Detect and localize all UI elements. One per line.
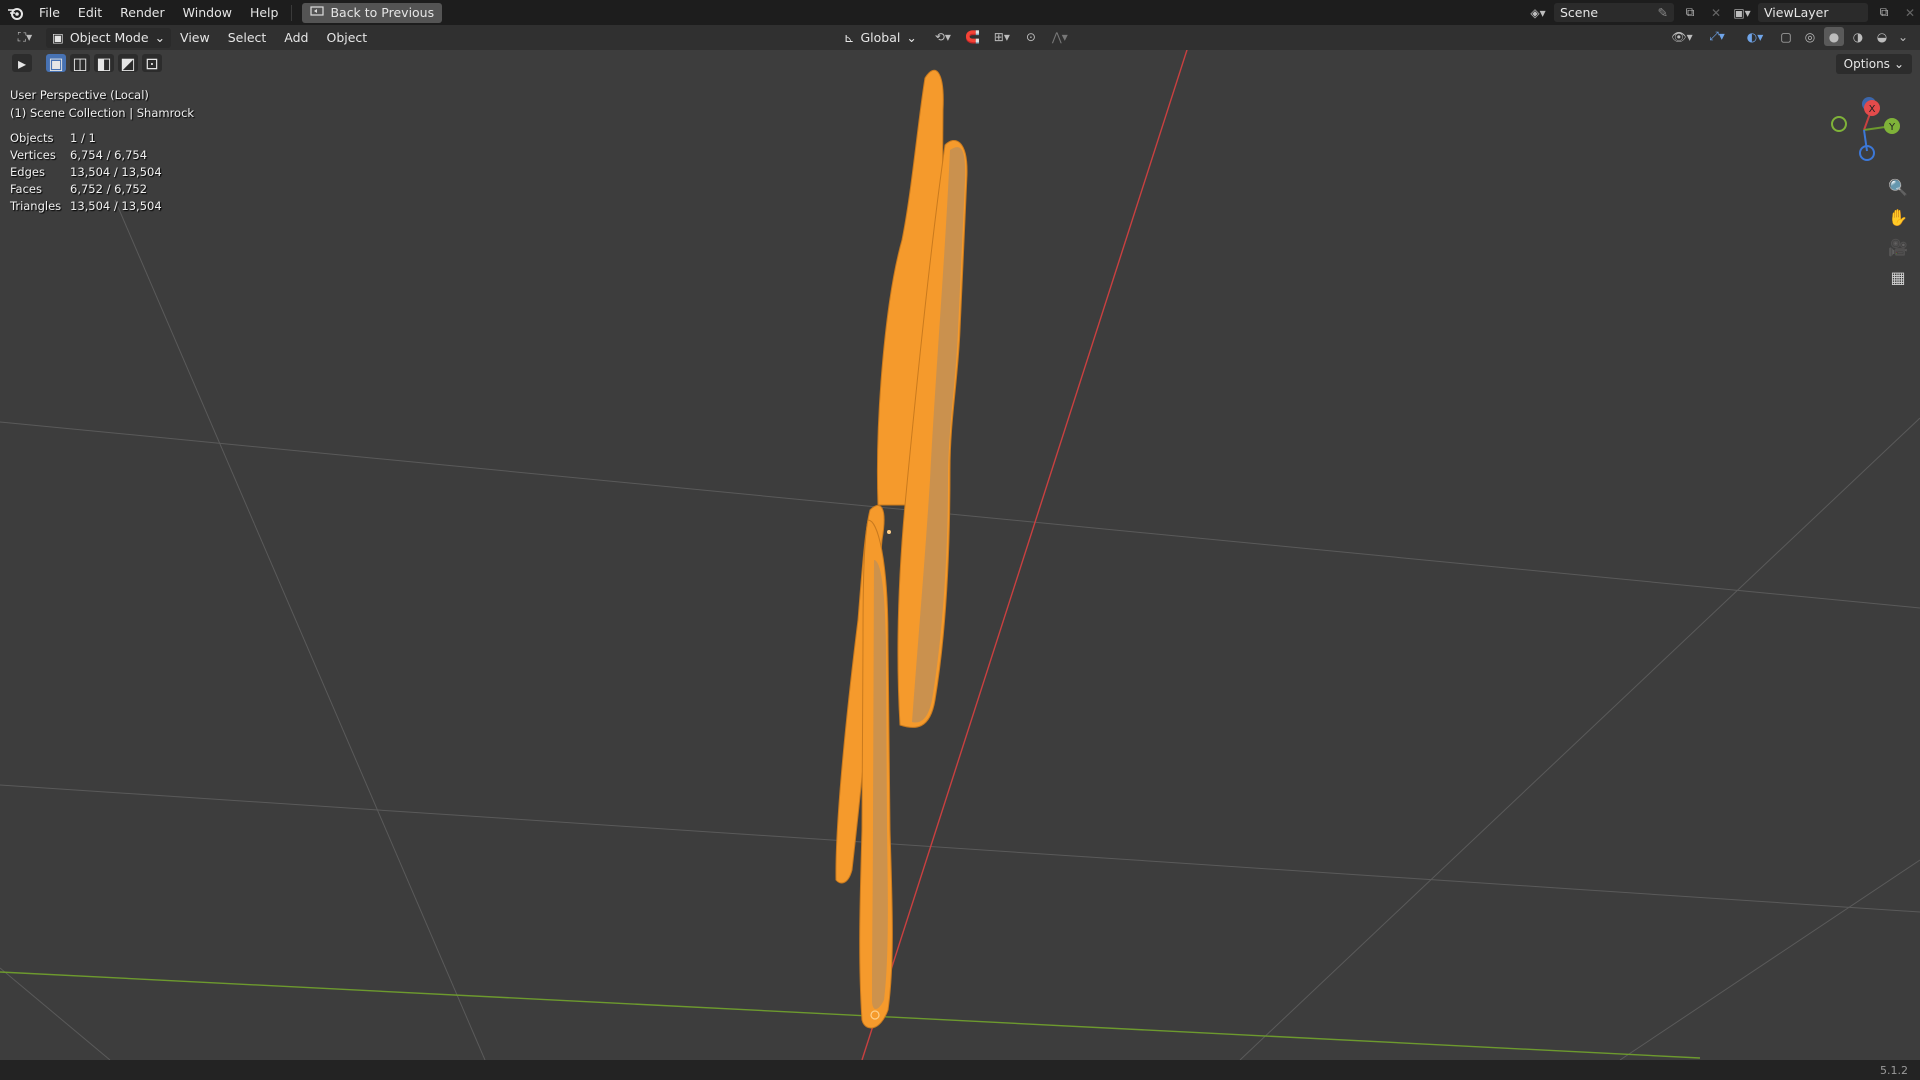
chevron-down-icon: ⌄ — [1893, 57, 1904, 71]
workspace-controls: ◈▾ Scene ✎ ⧉ ✕ ▣▾ ViewLayer ⧉ ✕ — [1528, 0, 1920, 25]
stat-value: 6,752 / 6,752 — [70, 182, 148, 196]
proportional-edit-icon[interactable]: ⊙ — [1021, 28, 1041, 47]
new-scene-icon[interactable]: ⧉ — [1680, 3, 1700, 22]
menu-help[interactable]: Help — [241, 0, 288, 25]
gizmo-y-label: Y — [1888, 122, 1896, 133]
top-bar: File Edit Render Window Help Back to Pre… — [0, 0, 1920, 25]
orientation-icon: ⊾ — [844, 29, 855, 45]
viewport-info: User Perspective (Local) (1) Scene Colle… — [10, 86, 194, 122]
snap-icon[interactable]: 🧲 — [963, 28, 983, 47]
scene-name: Scene — [1560, 5, 1599, 20]
gizmo-icon[interactable]: ⤢▾ — [1700, 27, 1734, 46]
gizmo-x-label: X — [1869, 104, 1876, 115]
viewport-display-controls: 👁▾ ⤢▾ ◐▾ ▢ ◎ ● ◑ ◒ ⌄ — [1668, 27, 1910, 46]
screen-icon — [310, 5, 325, 20]
scene-statistics: Objects 1 / 1 Vertices 6,754 / 6,754 Edg… — [10, 130, 162, 215]
stat-value: 1 / 1 — [70, 131, 96, 145]
mode-label: Object Mode — [69, 30, 149, 45]
select-extend-icon[interactable]: ◫ — [70, 54, 90, 73]
view-perspective-label: User Perspective (Local) — [10, 88, 149, 102]
object-mode-icon: ▣ — [52, 30, 64, 45]
stat-label: Objects — [10, 131, 54, 145]
navigation-gizmo[interactable]: X Y — [1820, 90, 1910, 170]
pivot-point-icon[interactable]: ⟲▾ — [929, 28, 957, 47]
select-intersect-icon[interactable]: ⊡ — [142, 54, 162, 73]
overlays-icon[interactable]: ◐▾ — [1738, 27, 1772, 46]
visibility-icon[interactable]: 👁▾ — [1668, 27, 1696, 46]
delete-scene-icon[interactable]: ✕ — [1706, 3, 1726, 22]
mode-dropdown[interactable]: ▣ Object Mode ⌄ — [46, 27, 172, 48]
wireframe-shading-icon[interactable]: ◎ — [1800, 27, 1820, 46]
stat-value: 13,504 / 13,504 — [70, 165, 162, 179]
stat-label: Vertices — [10, 148, 56, 162]
camera-view-icon[interactable]: 🎥 — [1886, 235, 1910, 259]
stat-row: Edges 13,504 / 13,504 — [10, 164, 162, 181]
stat-row: Faces 6,752 / 6,752 — [10, 181, 162, 198]
tool-settings-row: ▸ ▣ ◫ ◧ ◩ ⊡ — [12, 54, 162, 73]
menu-file[interactable]: File — [30, 0, 69, 25]
menu-select[interactable]: Select — [219, 25, 276, 50]
select-tool-icon[interactable]: ▸ — [12, 54, 32, 73]
menu-render[interactable]: Render — [111, 0, 174, 25]
stat-row: Triangles 13,504 / 13,504 — [10, 198, 162, 215]
gizmo-neg-y-icon[interactable] — [1831, 116, 1847, 132]
version-label: 5.1.2 — [1880, 1063, 1908, 1077]
transform-orientation-dropdown[interactable]: ⊾ Global ⌄ — [838, 27, 923, 47]
divider — [291, 4, 293, 21]
blender-logo-icon[interactable] — [0, 0, 30, 25]
falloff-icon[interactable]: ⋀▾ — [1047, 28, 1073, 47]
viewport-canvas — [0, 50, 1920, 1060]
viewport-header: ⛶▾ ▣ Object Mode ⌄ View Select Add Objec… — [0, 25, 1920, 50]
chevron-down-icon: ⌄ — [154, 30, 166, 45]
menu-window[interactable]: Window — [174, 0, 241, 25]
menu-object[interactable]: Object — [317, 25, 376, 50]
select-subtract-icon[interactable]: ◧ — [94, 54, 114, 73]
select-new-icon[interactable]: ▣ — [46, 54, 66, 73]
stat-row: Objects 1 / 1 — [10, 130, 162, 147]
rendered-shading-icon[interactable]: ◒ — [1872, 27, 1892, 46]
menu-edit[interactable]: Edit — [69, 0, 111, 25]
options-dropdown[interactable]: Options ⌄ — [1835, 54, 1912, 74]
stat-label: Edges — [10, 165, 45, 179]
stat-value: 6,754 / 6,754 — [70, 148, 148, 162]
editor-type-icon[interactable]: ⛶▾ — [10, 28, 40, 47]
active-collection-label: (1) Scene Collection | Shamrock — [10, 106, 195, 120]
zoom-icon[interactable]: 🔍 — [1886, 175, 1910, 199]
status-bar: 5.1.2 — [0, 1060, 1920, 1080]
snap-increment-icon[interactable]: ⊞▾ — [989, 28, 1015, 47]
chevron-down-icon: ⌄ — [906, 29, 917, 45]
grid-view-icon[interactable]: ▦ — [1886, 265, 1910, 289]
3d-viewport[interactable]: X Y — [0, 50, 1920, 1060]
stat-value: 13,504 / 13,504 — [70, 199, 162, 213]
stat-label: Faces — [10, 182, 42, 196]
menu-add[interactable]: Add — [275, 25, 317, 50]
shamrock-mesh[interactable] — [835, 69, 968, 1029]
xray-icon[interactable]: ▢ — [1776, 27, 1796, 46]
y-axis-line — [0, 971, 1701, 1059]
stat-label: Triangles — [10, 199, 62, 213]
material-shading-icon[interactable]: ◑ — [1848, 27, 1868, 46]
orientation-label: Global — [860, 29, 901, 45]
delete-viewlayer-icon[interactable]: ✕ — [1900, 3, 1920, 22]
viewlayer-name: ViewLayer — [1764, 5, 1829, 20]
back-to-previous-button[interactable]: Back to Previous — [302, 2, 443, 23]
select-invert-icon[interactable]: ◩ — [118, 54, 138, 73]
options-label: Options — [1843, 57, 1890, 71]
solid-shading-icon[interactable]: ● — [1824, 27, 1844, 46]
scene-field[interactable]: Scene ✎ — [1554, 3, 1674, 22]
stat-row: Vertices 6,754 / 6,754 — [10, 147, 162, 164]
viewlayer-selector-icon[interactable]: ▣▾ — [1732, 3, 1752, 22]
viewlayer-field[interactable]: ViewLayer — [1758, 3, 1868, 22]
pin-icon[interactable]: ✎ — [1658, 5, 1668, 20]
transform-controls: ⊾ Global ⌄ ⟲▾ 🧲 ⊞▾ ⊙ ⋀▾ — [838, 27, 1073, 47]
scene-selector-icon[interactable]: ◈▾ — [1528, 3, 1548, 22]
back-to-previous-label: Back to Previous — [330, 5, 435, 20]
pan-hand-icon[interactable]: ✋ — [1886, 205, 1910, 229]
new-viewlayer-icon[interactable]: ⧉ — [1874, 3, 1894, 22]
shading-options-icon[interactable]: ⌄ — [1896, 27, 1910, 46]
menu-view[interactable]: View — [171, 25, 219, 50]
